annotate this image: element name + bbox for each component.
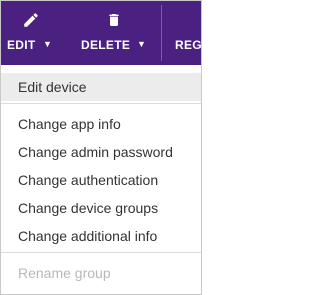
- menu-divider: [1, 252, 201, 253]
- caret-down-icon: ▼: [137, 39, 146, 49]
- menu-item-change-additional-info[interactable]: Change additional info: [1, 222, 201, 250]
- menu-item-change-device-groups[interactable]: Change device groups: [1, 194, 201, 222]
- register-button-label: REG: [175, 38, 202, 52]
- action-toolbar: EDIT ▼ DELETE ▼ REG: [1, 1, 202, 65]
- menu-item-edit-device[interactable]: Edit device: [1, 73, 201, 101]
- menu-item-change-app-info[interactable]: Change app info: [1, 110, 201, 138]
- chevron-down-icon: [201, 13, 202, 31]
- app-window: EDIT ▼ DELETE ▼ REG Edit device Change a…: [0, 0, 202, 295]
- menu-item-rename-group: Rename group: [18, 265, 111, 281]
- menu-item-change-authentication[interactable]: Change authentication: [1, 166, 201, 194]
- delete-button-label: DELETE: [81, 38, 131, 52]
- menu-item-change-admin-password[interactable]: Change admin password: [1, 138, 201, 166]
- pencil-icon: [22, 11, 40, 34]
- delete-dropdown-button[interactable]: DELETE ▼: [71, 1, 155, 65]
- caret-down-icon: ▼: [43, 39, 52, 49]
- edit-button-label: EDIT: [7, 38, 36, 52]
- edit-dropdown-menu: Edit device Change app info Change admin…: [1, 65, 201, 294]
- edit-dropdown-button[interactable]: EDIT ▼: [1, 1, 61, 65]
- menu-divider: [1, 103, 201, 104]
- trash-icon: [106, 11, 122, 34]
- register-dropdown-button[interactable]: REG: [167, 1, 202, 65]
- toolbar-divider: [161, 5, 162, 61]
